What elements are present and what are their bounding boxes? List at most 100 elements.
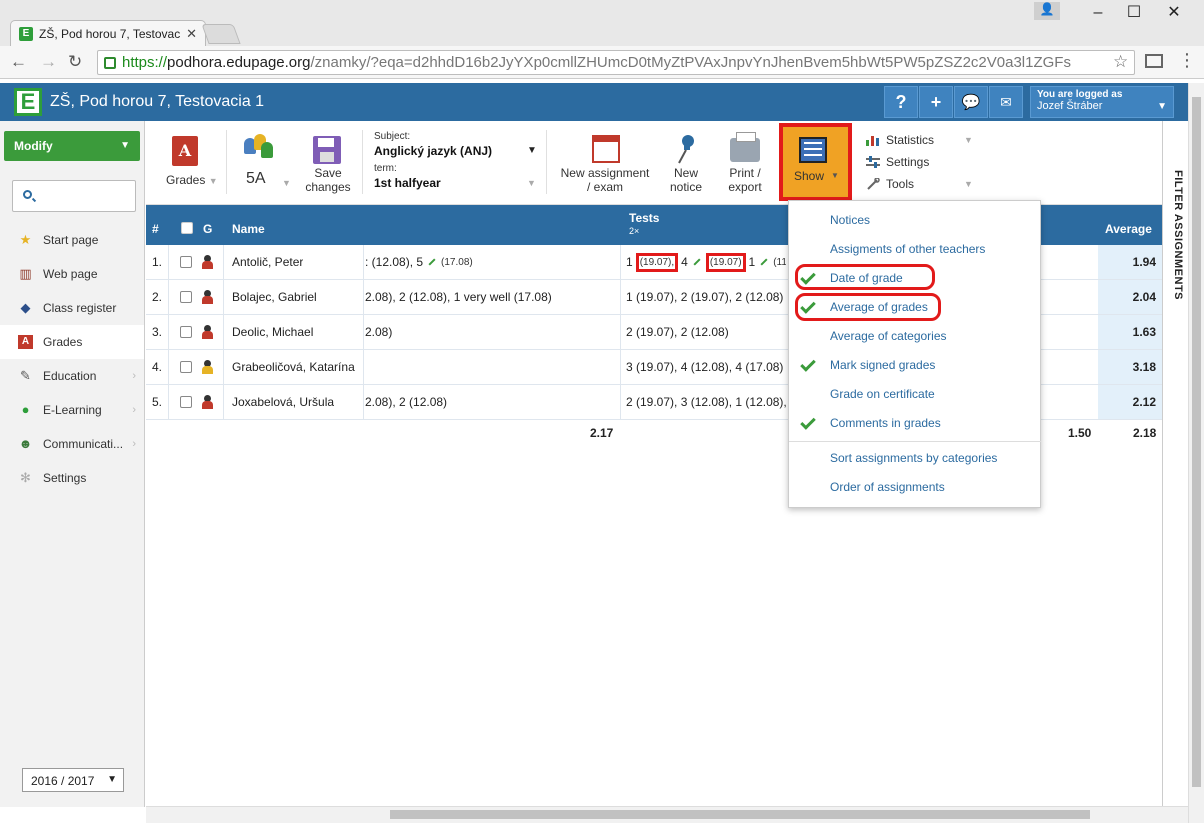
grades-cell[interactable]: 2.08), 2 (12.08): [365, 385, 615, 419]
tests-cell[interactable]: 2 (19.07), 3 (12.08), 1 (12.08), 2: [626, 385, 786, 419]
header-average-cell[interactable]: Average: [1098, 205, 1162, 245]
student-name[interactable]: Antolič, Peter: [232, 245, 303, 279]
close-tab-icon[interactable]: ✕: [186, 26, 197, 42]
mail-icon[interactable]: ✉: [989, 86, 1023, 118]
tests-cell[interactable]: 1 (19.07), 4 (19.07) 1 (11.0: [626, 245, 786, 279]
save-disk-icon[interactable]: [313, 136, 341, 164]
sidebar-item-grades[interactable]: A Grades: [0, 325, 144, 359]
horizontal-scroll-thumb[interactable]: [390, 810, 1090, 819]
sidebar-item-web-page[interactable]: ▥ Web page: [0, 257, 144, 291]
new-assignment-button[interactable]: New assignment / exam: [556, 166, 654, 194]
chevron-down-icon[interactable]: ▼: [964, 135, 973, 145]
select-all-checkbox[interactable]: [181, 222, 193, 237]
search-input[interactable]: [12, 180, 136, 212]
browser-tab[interactable]: E ZŠ, Pod horou 7, Testovac ✕: [10, 20, 206, 46]
settings-menu[interactable]: Settings: [866, 155, 929, 169]
tests-cell[interactable]: 3 (19.07), 4 (12.08), 4 (17.08): [626, 350, 786, 384]
checkmark-icon: [800, 356, 816, 372]
school-year-select[interactable]: 2016 / 2017 ▼: [22, 768, 124, 792]
browser-menu-icon[interactable]: ⋮: [1178, 50, 1196, 71]
tools-label: Tools: [886, 177, 915, 191]
menu-item-sort-assignments[interactable]: Sort assignments by categories: [830, 451, 997, 465]
add-button[interactable]: +: [919, 86, 953, 118]
menu-item-mark-signed-grades[interactable]: Mark signed grades: [830, 358, 935, 372]
grades-menu-button[interactable]: Grades ▼: [166, 173, 218, 188]
tools-menu[interactable]: Tools: [866, 177, 914, 191]
vertical-scroll-thumb[interactable]: [1192, 97, 1201, 787]
class-chevron-down-icon[interactable]: ▼: [282, 176, 291, 190]
pin-icon[interactable]: [676, 134, 696, 164]
print-export-button[interactable]: Print / export: [722, 166, 768, 194]
grades-cell[interactable]: 2.08): [365, 315, 615, 349]
url-input[interactable]: https://podhora.edupage.org/znamky/?eqa=…: [97, 50, 1135, 75]
maximize-button[interactable]: ☐: [1116, 2, 1152, 24]
class-students-icon[interactable]: [244, 134, 274, 164]
student-name[interactable]: Grabeoličová, Katarína: [232, 350, 355, 384]
student-name[interactable]: Deolic, Michael: [232, 315, 313, 349]
profile-icon[interactable]: 👤: [1034, 2, 1060, 20]
tests-cell[interactable]: 1 (19.07), 2 (19.07), 2 (12.08): [626, 280, 786, 314]
subject-select[interactable]: Anglický jazyk (ANJ): [374, 144, 492, 158]
close-window-button[interactable]: ✕: [1156, 2, 1192, 24]
pencil-icon: [760, 258, 768, 266]
grades-cell[interactable]: [365, 350, 615, 384]
horizontal-scrollbar[interactable]: [146, 806, 1188, 823]
menu-item-comments-in-grades[interactable]: Comments in grades: [830, 416, 941, 430]
menu-item-assignments-other-teachers[interactable]: Assigments of other teachers: [830, 242, 985, 256]
menu-item-average-of-categories[interactable]: Average of categories: [830, 329, 947, 343]
bookmark-star-icon[interactable]: ☆: [1113, 52, 1128, 72]
menu-item-notices[interactable]: Notices: [830, 213, 870, 227]
printer-icon[interactable]: [730, 132, 760, 162]
grades-book-icon[interactable]: A: [172, 136, 198, 166]
menu-item-grade-on-certificate[interactable]: Grade on certificate: [830, 387, 935, 401]
class-select[interactable]: 5A: [246, 171, 266, 187]
sidebar-item-e-learning[interactable]: ● E-Learning ›: [0, 393, 144, 427]
overall-average: 2.18: [1133, 426, 1157, 440]
reload-icon[interactable]: ↻: [68, 52, 82, 72]
row-checkbox[interactable]: [180, 315, 192, 349]
filter-assignments-label[interactable]: FILTER ASSIGNMENTS: [1166, 170, 1184, 300]
back-arrow-icon[interactable]: ←: [10, 52, 27, 72]
sidebar-item-communication[interactable]: ☻ Communicati... ›: [0, 427, 144, 461]
student-average: 2.04: [1098, 280, 1162, 314]
row-checkbox[interactable]: [180, 385, 192, 419]
sidebar-item-class-register[interactable]: ◆ Class register: [0, 291, 144, 325]
sidebar-item-start-page[interactable]: ★ Start page: [0, 223, 144, 257]
chat-icon[interactable]: 💬: [954, 86, 988, 118]
row-checkbox[interactable]: [180, 350, 192, 384]
grades-cell[interactable]: : (12.08), 5 (17.08): [365, 245, 615, 279]
save-changes-button[interactable]: Save changes: [300, 166, 356, 194]
modify-button[interactable]: Modify ▼: [4, 131, 140, 161]
student-name[interactable]: Joxabelová, Uršula: [232, 385, 334, 419]
statistics-menu[interactable]: Statistics: [866, 133, 934, 147]
help-button[interactable]: ?: [884, 86, 918, 118]
grades-cell[interactable]: 2.08), 2 (12.08), 1 very well (17.08): [365, 280, 615, 314]
chevron-down-icon[interactable]: ▼: [527, 145, 537, 156]
new-notice-button[interactable]: New notice: [666, 166, 706, 194]
forward-arrow-icon[interactable]: →: [40, 52, 57, 72]
term-select[interactable]: 1st halfyear: [374, 176, 441, 190]
tests-cell[interactable]: 2 (19.07), 2 (12.08): [626, 315, 786, 349]
chevron-down-icon[interactable]: ▼: [527, 178, 536, 188]
sidebar-item-settings[interactable]: ✻ Settings: [0, 461, 144, 495]
vertical-scrollbar[interactable]: [1188, 83, 1204, 823]
pencil-icon: [693, 258, 701, 266]
calendar-icon[interactable]: [592, 135, 620, 163]
chevron-down-icon: ▼: [120, 140, 130, 151]
chevron-down-icon[interactable]: ▼: [964, 179, 973, 189]
edupage-logo-icon[interactable]: E: [14, 88, 42, 116]
row-checkbox[interactable]: [180, 245, 192, 279]
student-avatar-icon: [201, 280, 213, 314]
user-menu[interactable]: You are logged as Jozef Štráber ▼: [1030, 86, 1174, 118]
header-tests[interactable]: Tests: [629, 211, 659, 225]
header-name[interactable]: Name: [232, 222, 265, 236]
student-name[interactable]: Bolajec, Gabriel: [232, 280, 317, 314]
sidebar-item-education[interactable]: ✎ Education ›: [0, 359, 144, 393]
show-button[interactable]: Show ▼: [779, 123, 852, 201]
new-tab-button[interactable]: [201, 24, 241, 44]
cast-icon[interactable]: [1145, 54, 1163, 68]
row-checkbox[interactable]: [180, 280, 192, 314]
test-grade: 1: [748, 255, 756, 269]
menu-item-order-of-assignments[interactable]: Order of assignments: [830, 480, 945, 494]
minimize-button[interactable]: –: [1080, 2, 1116, 24]
